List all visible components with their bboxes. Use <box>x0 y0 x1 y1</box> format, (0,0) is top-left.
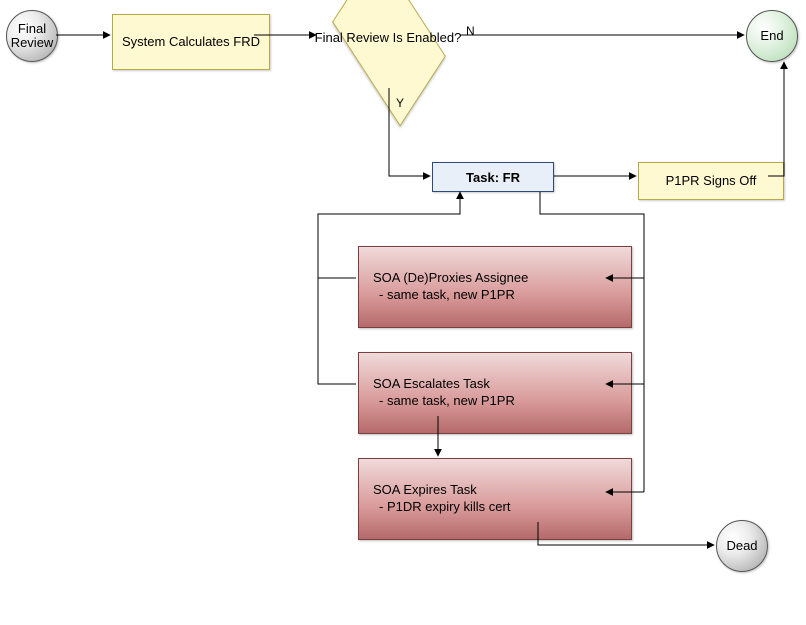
action-soa-deproxies-sub: - same task, new P1PR <box>373 287 617 304</box>
process-calculates-frd-label: System Calculates FRD <box>122 34 260 50</box>
dead-node: Dead <box>716 520 768 572</box>
process-p1pr-signs-off: P1PR Signs Off <box>638 162 784 200</box>
action-soa-deproxies-title: SOA (De)Proxies Assignee <box>373 270 617 287</box>
edge-task-down-bus <box>540 192 644 492</box>
process-calculates-frd: System Calculates FRD <box>112 14 270 70</box>
action-soa-escalates-sub: - same task, new P1PR <box>373 393 617 410</box>
start-node: Final Review <box>6 10 58 62</box>
action-soa-escalates: SOA Escalates Task - same task, new P1PR <box>358 352 632 434</box>
flowchart-canvas: Final Review System Calculates FRD Final… <box>0 0 806 625</box>
dead-label: Dead <box>726 539 757 553</box>
action-soa-deproxies: SOA (De)Proxies Assignee - same task, ne… <box>358 246 632 328</box>
action-soa-expires-title: SOA Expires Task <box>373 482 617 499</box>
action-soa-expires-sub: - P1DR expiry kills cert <box>373 499 617 516</box>
end-label: End <box>760 29 783 43</box>
decision-label: Final Review Is Enabled? <box>298 0 478 84</box>
action-soa-expires: SOA Expires Task - P1DR expiry kills cer… <box>358 458 632 540</box>
start-label: Final Review <box>7 22 57 51</box>
decision-branch-yes-label: Y <box>396 96 404 110</box>
action-soa-escalates-title: SOA Escalates Task <box>373 376 617 393</box>
process-p1pr-signs-off-label: P1PR Signs Off <box>666 173 757 189</box>
task-fr-label: Task: FR <box>466 170 520 185</box>
end-node: End <box>746 10 798 62</box>
task-fr: Task: FR <box>432 162 554 192</box>
edge-escalate-task <box>318 278 356 384</box>
decision-final-review-enabled: Final Review Is Enabled? <box>318 0 458 84</box>
edge-signoff-end <box>768 62 784 176</box>
